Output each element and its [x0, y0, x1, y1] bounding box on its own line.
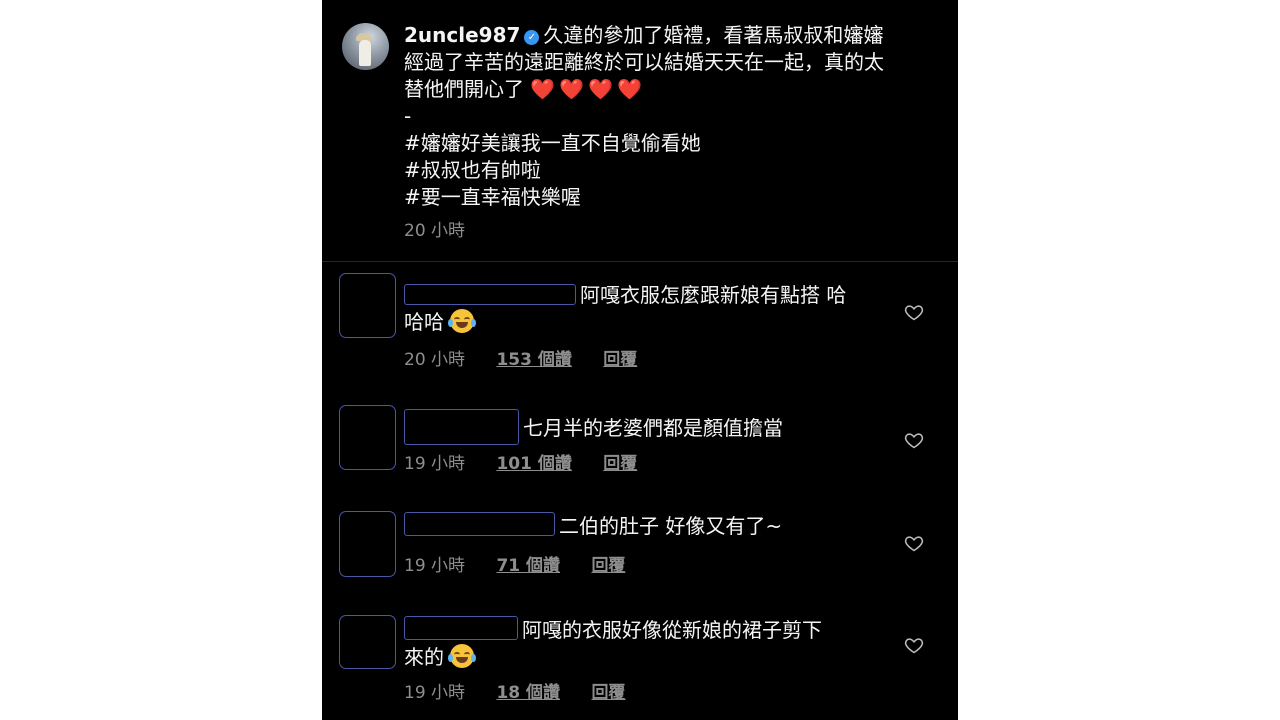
commenter-username-redacted[interactable] — [404, 512, 555, 536]
like-heart-icon[interactable] — [904, 533, 924, 553]
comment-text: 阿嘎衣服怎麼跟新娘有點搭 哈 哈哈 — [404, 282, 884, 336]
commenter-username-redacted[interactable] — [404, 409, 519, 445]
reply-button[interactable]: 回覆 — [591, 556, 625, 576]
commenter-avatar[interactable] — [339, 273, 396, 338]
comment-item: 二伯的肚子 好像又有了~ 19 小時 71 個讚 回覆 — [322, 511, 958, 591]
commenter-avatar[interactable] — [339, 511, 396, 577]
like-heart-icon[interactable] — [904, 430, 924, 450]
comment-text-line-1: 阿嘎的衣服好像從新娘的裙子剪下 — [522, 618, 822, 642]
like-count-link[interactable]: 101 個讚 — [496, 454, 571, 474]
comment-text-line-2: 來的 — [404, 645, 444, 669]
like-count-link[interactable]: 71 個讚 — [496, 556, 560, 576]
reply-button[interactable]: 回覆 — [591, 683, 625, 703]
commenter-avatar[interactable] — [339, 615, 396, 669]
comment-text-line-1: 阿嘎衣服怎麼跟新娘有點搭 哈 — [580, 283, 847, 307]
verified-badge-icon: ✓ — [524, 30, 540, 45]
hashtag-1[interactable]: #嬸嬸好美讓我一直不自覺偷看她 — [404, 130, 939, 157]
caption-line-3: 替他們開心了 — [404, 77, 524, 101]
like-count-link[interactable]: 153 個讚 — [496, 350, 571, 370]
like-count-link[interactable]: 18 個讚 — [496, 683, 560, 703]
author-avatar[interactable] — [342, 23, 389, 70]
laughing-tears-emoji — [448, 644, 477, 668]
post-caption-block: 2uncle987 ✓ 久違的參加了婚禮，看著馬叔叔和嬸嬸 經過了辛苦的遠距離終於可… — [322, 0, 958, 262]
instagram-comments-view: 2uncle987 ✓ 久違的參加了婚禮，看著馬叔叔和嬸嬸 經過了辛苦的遠距離終於可… — [322, 0, 958, 720]
comment-meta: 19 小時 18 個讚 回覆 — [404, 678, 625, 703]
comment-item: 七月半的老婆們都是顏值擔當 19 小時 101 個讚 回覆 — [322, 405, 958, 485]
comment-text-line-2: 哈哈 — [404, 310, 444, 334]
comment-timestamp: 19 小時 — [404, 556, 466, 576]
hashtag-3[interactable]: #要一直幸福快樂喔 — [404, 184, 939, 211]
like-heart-icon[interactable] — [904, 302, 924, 322]
commenter-avatar[interactable] — [339, 405, 396, 470]
comment-text: 七月半的老婆們都是顏值擔當 — [404, 409, 884, 445]
comment-timestamp: 19 小時 — [404, 454, 466, 474]
comment-text: 阿嘎的衣服好像從新娘的裙子剪下 來的 — [404, 616, 884, 671]
comment-text-line-1: 七月半的老婆們都是顏值擔當 — [523, 416, 783, 440]
comment-item: 阿嘎衣服怎麼跟新娘有點搭 哈 哈哈 20 小時 153 個讚 回覆 — [322, 272, 958, 382]
comment-meta: 19 小時 101 個讚 回覆 — [404, 449, 637, 474]
comment-text: 二伯的肚子 好像又有了~ — [404, 512, 884, 540]
post-timestamp: 20 小時 — [404, 221, 466, 241]
reply-button[interactable]: 回覆 — [603, 350, 637, 370]
comment-meta: 19 小時 71 個讚 回覆 — [404, 551, 625, 576]
comment-text-line-1: 二伯的肚子 好像又有了~ — [559, 514, 783, 538]
like-heart-icon[interactable] — [904, 635, 924, 655]
caption-line-2: 經過了辛苦的遠距離終於可以結婚天天在一起，真的太 — [404, 50, 884, 74]
caption-text: 2uncle987 ✓ 久違的參加了婚禮，看著馬叔叔和嬸嬸 經過了辛苦的遠距離終於可… — [404, 22, 939, 211]
commenter-username-redacted[interactable] — [404, 284, 576, 305]
red-hearts-emoji: ❤️❤️❤️❤️ — [530, 77, 646, 101]
comment-meta: 20 小時 153 個讚 回覆 — [404, 345, 637, 370]
hashtag-2[interactable]: #叔叔也有帥啦 — [404, 157, 939, 184]
comment-timestamp: 20 小時 — [404, 350, 466, 370]
caption-separator: - — [404, 104, 412, 128]
author-username[interactable]: 2uncle987 — [404, 23, 520, 47]
avatar-figure-shape — [359, 40, 371, 66]
laughing-tears-emoji — [448, 309, 477, 333]
reply-button[interactable]: 回覆 — [603, 454, 637, 474]
commenter-username-redacted[interactable] — [404, 616, 518, 640]
comment-timestamp: 19 小時 — [404, 683, 466, 703]
caption-line-1: 久違的參加了婚禮，看著馬叔叔和嬸嬸 — [543, 23, 884, 47]
comment-item: 阿嘎的衣服好像從新娘的裙子剪下 來的 19 小時 18 個讚 回覆 — [322, 615, 958, 715]
